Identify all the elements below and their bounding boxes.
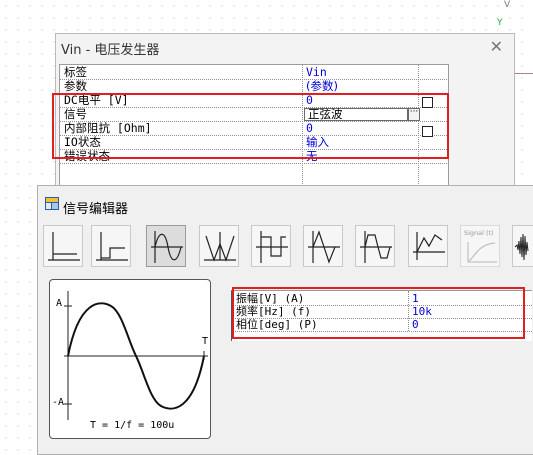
step-icon [48, 232, 80, 261]
schematic-fragment: V [504, 0, 511, 10]
waveform-piecewise-button[interactable] [408, 225, 448, 267]
period-label: T [202, 336, 209, 347]
delayed-step-icon [96, 232, 128, 261]
waveform-damped-sine-button[interactable] [199, 225, 239, 267]
property-name: 标签 [64, 65, 87, 79]
waveform-square-button[interactable] [251, 225, 291, 267]
signal-from-file-icon [467, 242, 497, 263]
waveform-noise-button[interactable] [512, 225, 533, 267]
property-row-label[interactable]: 标签 Vin [60, 66, 449, 80]
property-value[interactable]: (参数) [306, 80, 338, 93]
signal-editor-app-icon [45, 197, 59, 210]
damped-sine-icon [204, 232, 236, 262]
dialog-title: 信号编辑器 [63, 202, 129, 217]
waveform-delayed-step-button[interactable] [91, 225, 131, 267]
waveform-from-file-button: Signal (t) [460, 225, 500, 267]
property-name: 参数 [64, 79, 87, 93]
close-icon[interactable]: ✕ [490, 37, 503, 56]
triangle-wave-icon [308, 230, 340, 264]
property-row-params[interactable]: 参数 (参数) [60, 80, 449, 94]
square-wave-icon [256, 231, 288, 263]
schematic-wire [512, 73, 533, 74]
waveform-sine-button[interactable] [146, 225, 186, 267]
sine-icon [151, 231, 183, 263]
negative-amplitude-label: -A [52, 397, 65, 408]
noise-icon [514, 233, 529, 261]
trapezoid-wave-icon [360, 231, 392, 263]
period-formula: T = 1/f = 100u [90, 420, 175, 431]
highlight-box [232, 287, 525, 339]
waveform-triangle-button[interactable] [303, 225, 343, 267]
sine-preview-graph [64, 291, 208, 420]
waveform-step-button[interactable] [43, 225, 83, 267]
piecewise-linear-icon [413, 232, 445, 260]
dialog-title: Vin - 电压发生器 [61, 43, 160, 58]
waveform-preview: A -A T T = 1/f = 100u [49, 279, 211, 439]
amplitude-label: A [56, 298, 63, 309]
waveform-trapezoid-button[interactable] [355, 225, 395, 267]
checkbox-column [448, 64, 512, 189]
property-value[interactable]: Vin [306, 66, 327, 79]
highlight-box [52, 93, 449, 159]
schematic-pin: Y [497, 18, 503, 28]
